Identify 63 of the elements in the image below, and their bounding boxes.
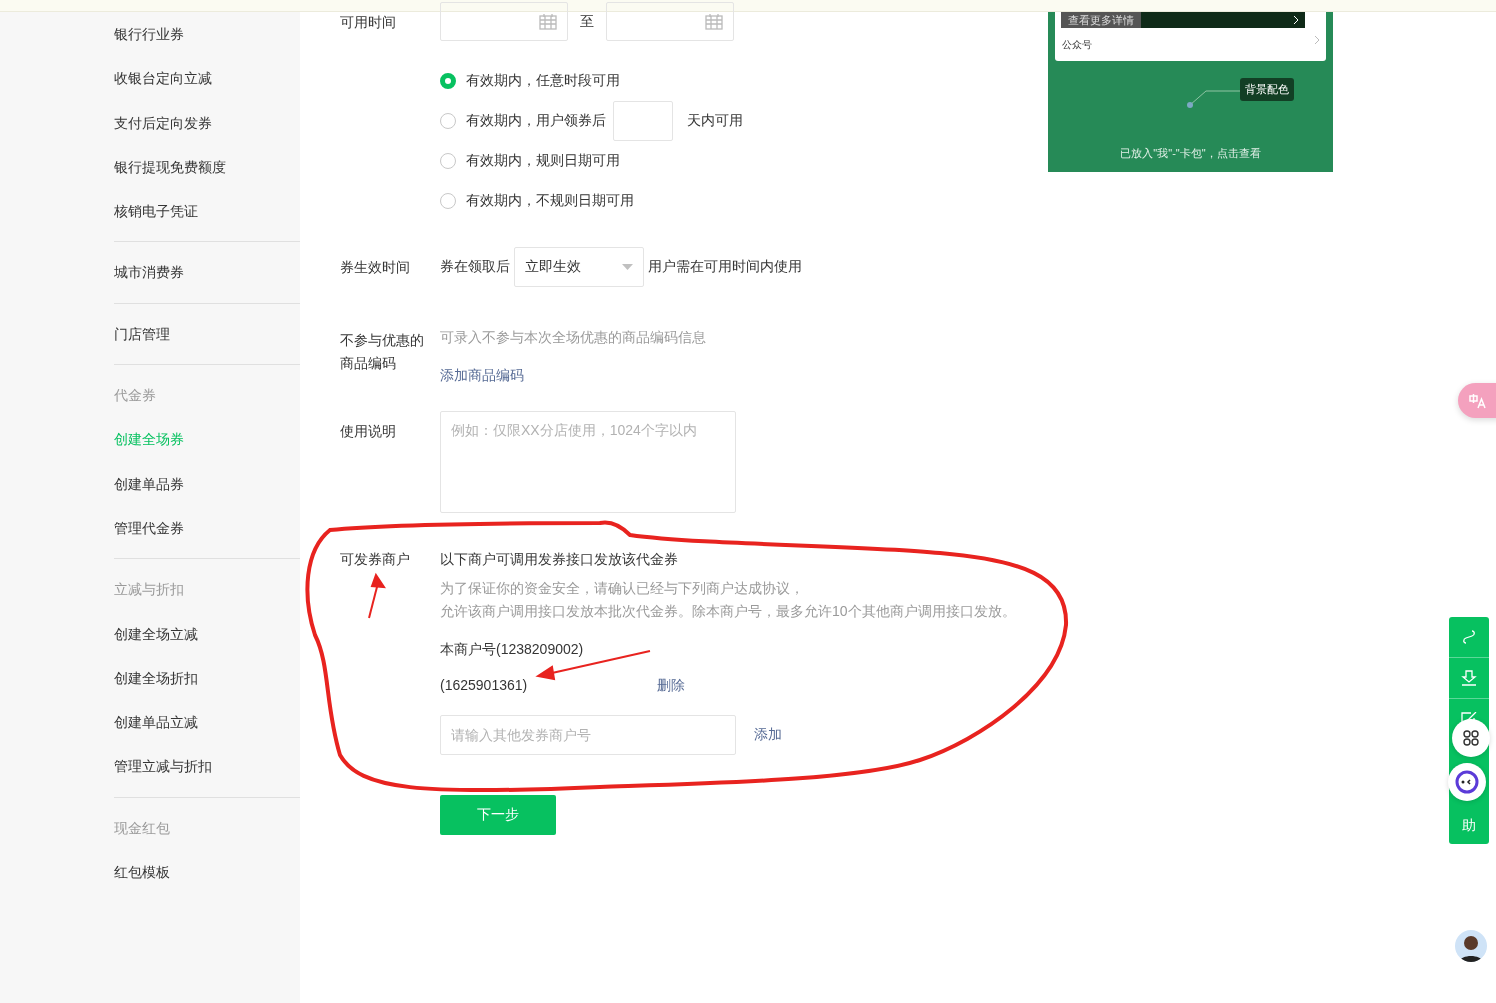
sidebar-item[interactable]: 管理立减与折扣 <box>114 744 300 789</box>
calendar-icon <box>539 13 557 30</box>
radio-label[interactable]: 有效期内，用户领券后 <box>466 112 606 130</box>
translate-icon <box>1468 392 1486 409</box>
radio-button[interactable] <box>440 73 456 89</box>
sidebar-item[interactable]: 创建全场立减 <box>114 611 300 656</box>
usage-notes-field[interactable]: 例如：仅限XX分店使用，1024个字以内 <box>440 411 736 513</box>
chevron-icon <box>1294 16 1299 24</box>
field-label: 可用时间 <box>340 13 397 32</box>
date-field[interactable] <box>606 2 734 41</box>
sidebar-item[interactable]: 支付后定向发券 <box>114 100 300 145</box>
official-account-label: 公众号 <box>1062 38 1092 52</box>
days-input-field[interactable] <box>613 101 673 141</box>
sidebar-item[interactable]: 核销电子凭证 <box>114 189 300 234</box>
delete-link[interactable]: 删除 <box>657 677 685 695</box>
effective-note: 用户需在可用时间内使用 <box>648 258 802 276</box>
merchant-id-field[interactable]: 请输入其他发券商户号 <box>440 715 736 755</box>
sidebar-item[interactable]: 银行提现免费额度 <box>114 144 300 190</box>
sidebar-item[interactable]: 银行行业券 <box>114 12 300 57</box>
command-icon <box>1463 730 1479 746</box>
sidebar-item[interactable]: 管理代金券 <box>114 505 300 551</box>
download-icon[interactable] <box>1461 670 1477 686</box>
radio-label[interactable]: 有效期内，规则日期可用 <box>466 152 620 170</box>
sidebar-item[interactable]: 创建单品立减 <box>114 700 300 745</box>
sidebar-heading: 现金红包 <box>114 818 171 838</box>
robot-face-icon <box>1455 770 1479 794</box>
calendar-icon <box>705 13 723 30</box>
range-separator: 至 <box>580 12 594 31</box>
field-label: 使用说明 <box>340 422 397 441</box>
link-icon[interactable] <box>1462 629 1476 645</box>
sidebar-item[interactable]: 红包模板 <box>114 850 300 895</box>
translate-button[interactable] <box>1458 383 1496 418</box>
merchants-title: 以下商户可调用发券接口发放该代金券 <box>440 550 679 569</box>
sidebar-heading: 代金券 <box>114 386 157 406</box>
effective-dropdown[interactable]: 立即生效 <box>514 247 644 287</box>
annotation-arrow <box>368 572 386 619</box>
preview-footer: 已放入"我"-"卡包"，点击查看 <box>1048 146 1333 161</box>
merchants-note: 为了保证你的资金安全，请确认已经与下列商户达成协议， <box>440 579 805 598</box>
chevron-icon <box>1315 36 1320 44</box>
sidebar-item[interactable]: 创建全场折扣 <box>114 655 300 701</box>
sidebar-item[interactable]: 门店管理 <box>114 311 300 357</box>
caret-icon <box>622 264 633 270</box>
add-link[interactable]: 添加 <box>754 726 782 744</box>
merchants-note: 允许该商户调用接口发放本批次代金券。除本商户号，最多允许10个其他商户调用接口发放。 <box>440 602 1017 621</box>
sidebar-item[interactable]: 城市消费券 <box>114 250 300 295</box>
field-label: 不参与优惠的商品编码 <box>340 331 425 373</box>
tooltip: 背景配色 <box>1240 78 1294 101</box>
radio-label[interactable]: 有效期内，不规则日期可用 <box>466 192 634 210</box>
sidebar-item[interactable]: 创建单品券 <box>114 461 300 506</box>
sidebar-item[interactable]: 收银台定向立减 <box>114 56 300 101</box>
field-label: 可发券商户 <box>340 550 411 569</box>
date-field[interactable] <box>440 2 568 41</box>
avatar[interactable] <box>1455 930 1487 962</box>
add-code-link[interactable]: 添加商品编码 <box>440 367 524 383</box>
more-details-label: 查看更多详情 <box>1061 12 1141 28</box>
field-label: 券生效时间 <box>340 258 411 277</box>
merchant-id: (1625901361) <box>440 677 528 695</box>
sidebar-heading: 立减与折扣 <box>114 580 185 600</box>
days-suffix: 天内可用 <box>687 112 743 130</box>
own-merchant-id: 本商户号(1238209002) <box>440 641 584 659</box>
field-hint: 可录入不参与本次全场优惠的商品编码信息 <box>440 329 707 347</box>
radio-label[interactable]: 有效期内，任意时段可用 <box>466 72 620 90</box>
effective-prefix: 券在领取后 <box>440 258 510 276</box>
